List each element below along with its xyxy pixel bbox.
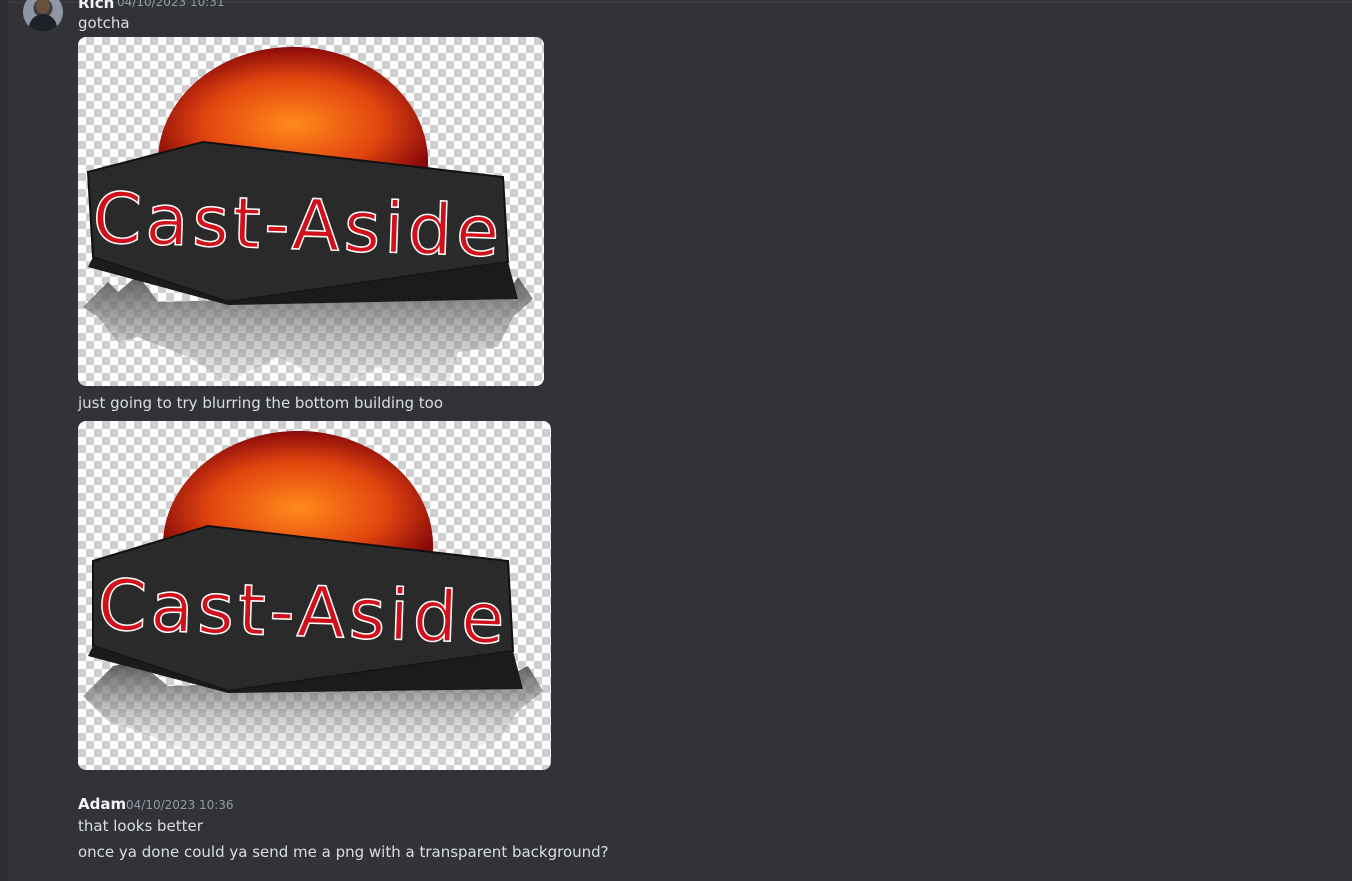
message-timestamp[interactable]: 04/10/2023 10:36: [126, 798, 234, 812]
cast-aside-logo-image: Cast-Aside: [83, 430, 543, 770]
avatar[interactable]: [23, 0, 63, 32]
message-text: that looks better: [78, 817, 203, 835]
message-text: just going to try blurring the bottom bu…: [78, 394, 444, 412]
logo-text: Cast-Aside: [91, 177, 504, 273]
message-text: once ya done could ya send me a png with…: [78, 843, 609, 861]
logo-text: Cast-Aside: [96, 564, 509, 660]
avatar-face: [36, 0, 50, 14]
image-attachment[interactable]: Cast-Aside: [78, 421, 551, 770]
avatar-shirt: [29, 14, 57, 32]
username[interactable]: Adam: [78, 795, 126, 813]
channel-left-rail: [0, 0, 8, 881]
message-text: gotcha: [78, 14, 130, 32]
cast-aside-logo-image: Cast-Aside: [83, 46, 533, 386]
username[interactable]: Rich: [78, 0, 114, 12]
image-attachment[interactable]: Cast-Aside: [78, 37, 544, 386]
message-timestamp[interactable]: 04/10/2023 10:31: [117, 0, 225, 9]
